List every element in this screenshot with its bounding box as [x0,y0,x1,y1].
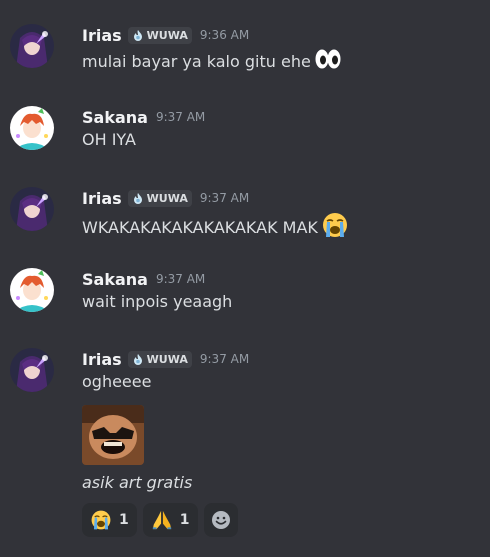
message-content: ogheeee [82,372,151,391]
timestamp: 9:37 AM [199,352,250,366]
add-reaction-button[interactable] [203,503,238,537]
message-header: Irias WUWA 9:36 AM [82,24,249,46]
flame-icon [133,354,142,365]
smile-icon [211,511,230,529]
server-tag-label: WUWA [146,352,188,366]
flame-icon [133,193,142,204]
loudly-crying-face-icon [91,510,111,530]
message-caption: asik art gratis [82,473,193,492]
message-content: WKAKAKAKAKAKAKAKAK MAK [82,211,349,243]
timestamp: 9:37 AM [155,272,206,286]
message-header: Sakana 9:37 AM [82,106,205,128]
flame-icon [133,30,142,41]
reaction-count: 1 [179,512,190,528]
server-tag-label: WUWA [146,191,188,205]
avatar-irias[interactable] [10,187,54,231]
username[interactable]: Sakana [82,270,148,289]
reactions-bar: 1 1 [82,503,238,537]
server-tag[interactable]: WUWA [127,350,192,368]
message-text: WKAKAKAKAKAKAKAKAK MAK [82,217,318,237]
message-header: Irias WUWA 9:37 AM [82,187,249,209]
server-tag[interactable]: WUWA [127,26,192,44]
loudly-crying-face-emoji [321,211,349,243]
message-text: wait inpois yeaagh [82,292,233,311]
username[interactable]: Irias [82,350,122,369]
sticker-image[interactable] [82,405,144,465]
reaction-pray[interactable]: 1 [142,503,198,537]
message-content: mulai bayar ya kalo gitu ehe [82,48,342,74]
message-header: Irias WUWA 9:37 AM [82,348,249,370]
avatar-sakana[interactable] [10,106,54,150]
avatar-irias[interactable] [10,24,54,68]
folded-hands-icon [152,510,171,530]
message-content: OH IYA [82,130,136,149]
reaction-count: 1 [119,512,129,528]
message-text: OH IYA [82,130,136,149]
timestamp: 9:37 AM [155,110,206,124]
eyes-emoji [314,48,342,74]
timestamp: 9:37 AM [199,191,250,205]
username[interactable]: Irias [82,26,122,45]
message-content: wait inpois yeaagh [82,292,232,311]
server-tag[interactable]: WUWA [127,189,192,207]
reaction-crying[interactable]: 1 [82,503,137,537]
message-text: mulai bayar ya kalo gitu ehe [82,51,311,71]
server-tag-label: WUWA [146,28,188,42]
message-text: ogheeee [82,372,152,391]
username[interactable]: Irias [82,189,122,208]
username[interactable]: Sakana [82,108,148,127]
avatar-irias[interactable] [10,348,54,392]
timestamp: 9:36 AM [199,28,250,42]
message-header: Sakana 9:37 AM [82,268,205,290]
avatar-sakana[interactable] [10,268,54,312]
